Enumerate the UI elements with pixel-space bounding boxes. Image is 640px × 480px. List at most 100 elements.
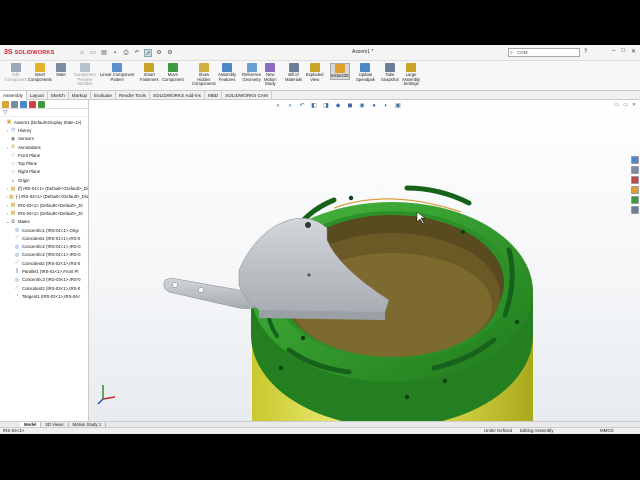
tree-item[interactable]: ⟋ Coincident1 (IRS-01<1>,IRS-0 <box>0 234 88 242</box>
command-label: Instant3D <box>331 73 349 78</box>
open-folder-icon[interactable]: ▤ <box>100 49 108 57</box>
tree-item[interactable]: ⌞ Origin <box>0 176 88 184</box>
solidworks-resources-icon[interactable] <box>631 156 639 164</box>
assembly-3d-model[interactable] <box>89 100 640 421</box>
tab-1[interactable]: Layout <box>27 91 48 100</box>
tree-item[interactable]: ⟋ Coincident3 (IRS-03<1>,IRS-0 <box>0 284 88 292</box>
feature-manager-pane: ▽ ▣ Assem1 (Default<Display State-1>) › ◷ Hi… <box>0 100 89 421</box>
command-button-2[interactable]: Mate <box>56 63 66 78</box>
search-commands-input[interactable]: ⌕ COM <box>508 48 580 57</box>
conc-icon: ◎ <box>14 251 20 258</box>
tan-icon: ◔ <box>15 293 19 300</box>
command-button-6[interactable]: Move Component <box>162 63 184 82</box>
tree-item[interactable]: ◎ Concentric3 (IRS-03<1>,IRS-0 <box>0 276 88 284</box>
undo-icon[interactable]: ↶ <box>133 49 141 57</box>
tab-5[interactable]: Render Tools <box>116 91 150 100</box>
file-explorer-icon[interactable] <box>631 176 639 184</box>
tab-0[interactable]: Assembly <box>0 91 27 100</box>
mates-icon: ⧉ <box>11 218 15 225</box>
appearances-icon[interactable] <box>631 196 639 204</box>
conc-icon: ◎ <box>14 243 20 250</box>
tree-item[interactable]: ▱ Right Plane <box>0 168 88 176</box>
letterbox-top <box>0 0 640 45</box>
command-button-15[interactable]: Take Snapshot <box>381 63 399 82</box>
command-button-13[interactable]: Instant3D <box>330 63 350 80</box>
tab-2[interactable]: Sketch <box>48 91 69 100</box>
tree-item[interactable]: ▣ Assem1 (Default<Display State-1>) <box>0 118 88 126</box>
tree-item[interactable]: ⟋ Coincident2 (IRS-02<1>,IRS-0 <box>0 259 88 267</box>
property-manager-tab-icon[interactable] <box>11 101 18 108</box>
save-icon[interactable]: ▪ <box>111 49 119 57</box>
tree-item[interactable]: ◎ Concentric2 (IRS-01<1>,IRS-0 <box>0 251 88 259</box>
tab-4[interactable]: Evaluate <box>91 91 116 100</box>
command-button-14[interactable]: Update Speedpak <box>356 63 375 82</box>
origin-icon: ⌞ <box>11 177 15 184</box>
tab-3[interactable]: Markup <box>69 91 92 100</box>
configuration-tab-icon[interactable] <box>20 101 27 108</box>
conc-icon: ◎ <box>14 227 20 233</box>
command-button-10[interactable]: New Motion Study <box>264 63 277 87</box>
part-icon: ▦ <box>10 210 16 217</box>
command-button-16[interactable]: Large Assembly Settings <box>402 63 420 87</box>
tree-item[interactable]: › ▦ (f) IRS-01<1> (Default<<Default>_Di <box>0 184 88 192</box>
tree-item[interactable]: › ◷ History <box>0 126 88 134</box>
search-text: COM <box>517 50 528 55</box>
minimize-icon[interactable]: – <box>612 48 615 55</box>
new-document-icon[interactable]: ▭ <box>89 49 97 57</box>
help-icon[interactable]: ? <box>584 49 587 55</box>
tab-8[interactable]: SOLIDWORKS CAM <box>222 91 272 100</box>
tab-7[interactable]: MBD <box>205 91 223 100</box>
maximize-icon[interactable]: □ <box>621 48 625 55</box>
tree-item[interactable]: ⌄ ⧉ Mates <box>0 218 88 226</box>
filter-icon[interactable]: ▽ <box>0 109 88 117</box>
tree-item[interactable]: › ▦ (-) IRS-02<1> (Default<<Default>_Dis <box>0 193 88 201</box>
tree-item[interactable]: ▱ Front Plane <box>0 151 88 159</box>
solidworks-logo[interactable]: 3S SOLIDWORKS <box>0 49 72 56</box>
tree-item-label: Mates <box>18 219 30 225</box>
feature-tree-tab-icon[interactable] <box>2 101 9 108</box>
command-button-11[interactable]: Bill of Materials <box>285 63 302 82</box>
status-bar: IRS-04<1> Under Defined Editing Assembly… <box>0 427 640 434</box>
command-button-9[interactable]: Reference Geometry <box>242 63 261 82</box>
plane-icon: ▱ <box>11 168 15 175</box>
letterbox-bottom <box>0 434 640 480</box>
tree-item-label: Coincident3 (IRS-03<1>,IRS-0 <box>22 285 81 291</box>
tree-item[interactable]: ◎ Concentric2 (IRS-01<1>,IRS-0 <box>0 242 88 250</box>
tree-item[interactable]: › ▦ IRS-03<1> (Default<<Default>_Di <box>0 201 88 209</box>
tab-6[interactable]: SOLIDWORKS Add-Ins <box>150 91 205 100</box>
command-button-12[interactable]: Exploded View <box>306 63 323 82</box>
tree-item[interactable]: › ▦ IRS-04<1> (Default<<Default>_Di <box>0 209 88 217</box>
command-button-3[interactable]: Component Preview Window <box>74 63 96 87</box>
command-button-8[interactable]: Assembly Features <box>218 63 236 82</box>
graphics-area[interactable]: ⌕ ⌕ ↶ ◧ ◨ ◆ ◼ ◉ ● ◐ ▣ ▭ ▭ ✕ <box>89 100 640 421</box>
options-icon[interactable]: ⚙ <box>166 49 174 57</box>
view-palette-icon[interactable] <box>631 186 639 194</box>
tree-item[interactable]: ◎ Concentric1 (IRS-01<1>,Origi <box>0 226 88 234</box>
print-icon[interactable]: ⎙ <box>122 49 130 57</box>
command-icon <box>10 63 21 72</box>
tree-item-label: Concentric2 (IRS-01<1>,IRS-0 <box>22 244 81 250</box>
close-icon[interactable]: ✕ <box>631 48 636 55</box>
conc-icon: ◎ <box>14 276 20 283</box>
command-button-5[interactable]: Smart Fasteners <box>140 63 159 82</box>
command-icon <box>167 63 178 72</box>
command-button-7[interactable]: Show Hidden Components <box>192 63 216 87</box>
command-label: Smart Fasteners <box>140 72 159 82</box>
tree-item[interactable]: ◔ Tangent1 (IRS-02<1>,IRS-04< <box>0 292 88 300</box>
rebuild-icon[interactable]: ⚙ <box>155 49 163 57</box>
select-icon[interactable]: ➚ <box>144 48 152 57</box>
custom-properties-icon[interactable] <box>631 206 639 214</box>
dimxpert-tab-icon[interactable] <box>29 101 36 108</box>
home-icon[interactable]: ⌂ <box>78 49 86 57</box>
tree-item[interactable]: › A Annotations <box>0 143 88 151</box>
tree-item[interactable]: ∥ Parallel1 (IRS-01<1>,Front Pl <box>0 267 88 275</box>
tree-item[interactable]: ◉ Sensors <box>0 135 88 143</box>
command-button-1[interactable]: Insert Components <box>28 63 52 82</box>
command-button-0[interactable]: Edit Component <box>5 63 27 82</box>
command-button-4[interactable]: Linear Component Pattern <box>100 63 134 82</box>
coin-icon: ⟋ <box>15 260 19 267</box>
display-manager-tab-icon[interactable] <box>38 101 45 108</box>
design-library-icon[interactable] <box>631 166 639 174</box>
tree-item[interactable]: ▱ Top Plane <box>0 159 88 167</box>
command-icon <box>288 63 299 72</box>
